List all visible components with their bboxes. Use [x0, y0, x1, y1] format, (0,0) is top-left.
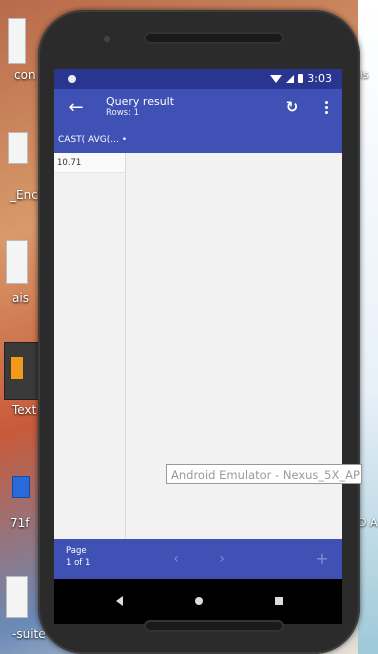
desktop-label: is: [360, 68, 369, 81]
app-bar: ← Query result Rows: 1 ↻: [54, 89, 342, 127]
chevron-left-icon[interactable]: ‹: [166, 549, 186, 569]
system-nav-bar: [54, 579, 342, 624]
desktop-file-icon[interactable]: [6, 240, 28, 284]
shield-icon[interactable]: [12, 476, 30, 498]
bottom-speaker: [144, 620, 284, 632]
column-header[interactable]: CAST( AVG(... •: [58, 135, 127, 145]
notification-dot-icon: [68, 75, 76, 83]
page-label: Page: [66, 546, 87, 556]
column-header-bar: CAST( AVG(... •: [54, 127, 342, 153]
refresh-icon[interactable]: ↻: [282, 97, 302, 117]
desktop-label[interactable]: 71f: [10, 516, 30, 530]
front-camera: [104, 36, 110, 42]
page-title: Query result: [106, 95, 175, 108]
result-column: 10.71: [54, 153, 126, 539]
desktop-label[interactable]: -suite: [12, 627, 46, 641]
signal-icon: [286, 74, 295, 83]
desktop-label[interactable]: ais: [12, 291, 29, 305]
desktop-label[interactable]: Text: [12, 403, 36, 417]
table-cell[interactable]: 10.71: [54, 153, 125, 173]
battery-icon: [298, 74, 304, 83]
status-indicators: 3:03: [270, 72, 332, 85]
chevron-right-icon[interactable]: ›: [212, 549, 232, 569]
nav-back-icon[interactable]: [116, 596, 123, 606]
arrow-left-icon[interactable]: ←: [64, 97, 88, 119]
desktop-label[interactable]: con: [14, 68, 36, 82]
desktop-right-panel: is D A: [358, 0, 378, 654]
desktop-file-icon[interactable]: [8, 18, 26, 64]
desktop-label: D A: [358, 516, 378, 529]
row-count: Rows: 1: [106, 108, 140, 118]
wifi-icon: [270, 74, 283, 83]
desktop-app-icon[interactable]: [4, 342, 40, 400]
desktop-label[interactable]: _Enc: [10, 188, 38, 202]
desktop-file-icon[interactable]: [6, 576, 28, 618]
pagination-bar: Page 1 of 1 ‹ › +: [54, 539, 342, 579]
emulator-phone-frame: 3:03 ← Query result Rows: 1 ↻ CAST( AVG(…: [38, 10, 360, 654]
window-tooltip: Android Emulator - Nexus_5X_API: [166, 464, 362, 484]
plus-icon[interactable]: +: [312, 549, 332, 569]
top-speaker: [144, 32, 284, 44]
status-time: 3:03: [307, 72, 332, 85]
nav-recents-icon[interactable]: [275, 597, 283, 605]
page-indicator: 1 of 1: [66, 558, 91, 568]
nav-home-icon[interactable]: [195, 597, 203, 605]
orange-app-icon: [11, 357, 23, 379]
more-vert-icon[interactable]: [320, 97, 332, 117]
desktop-document-icon[interactable]: [8, 132, 28, 164]
device-screen: 3:03 ← Query result Rows: 1 ↻ CAST( AVG(…: [54, 69, 342, 624]
status-bar: 3:03: [54, 69, 342, 89]
